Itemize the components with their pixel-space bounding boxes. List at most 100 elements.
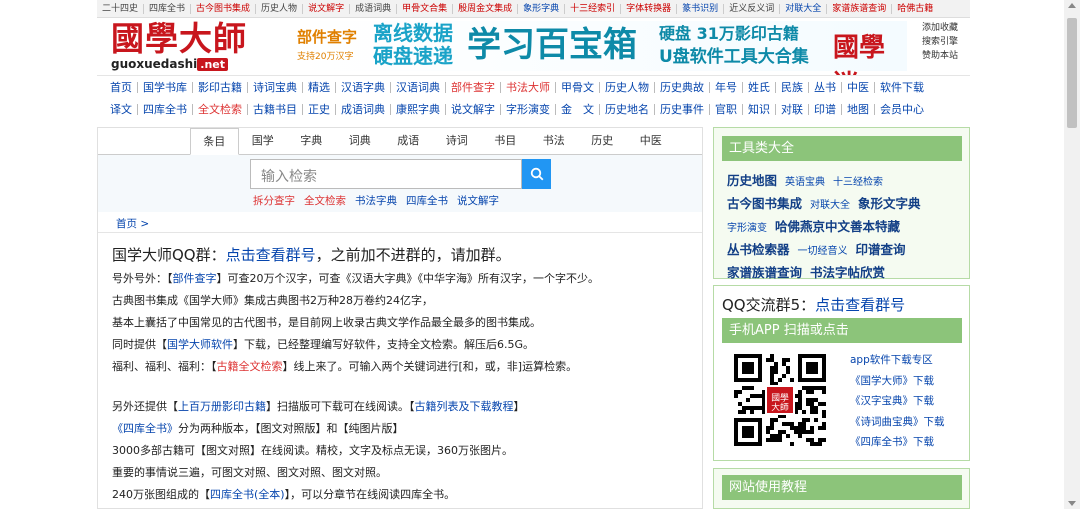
tool-link[interactable]: 印谱查询: [856, 242, 906, 257]
nav-link[interactable]: 译文: [105, 103, 138, 115]
nav-link[interactable]: 诗词宝典: [248, 81, 303, 93]
scrollbar[interactable]: [1064, 0, 1080, 509]
tab-9[interactable]: 中医: [627, 128, 676, 154]
quick-link[interactable]: 说文解字: [457, 195, 499, 207]
top-link[interactable]: 字体转换器: [621, 3, 678, 14]
top-link[interactable]: 哈佛古籍: [892, 4, 938, 14]
top-link[interactable]: 近义反义词: [724, 3, 781, 14]
nav-link[interactable]: 康熙字典: [391, 103, 446, 115]
nav-link[interactable]: 年号: [710, 81, 743, 93]
scanned-books-link[interactable]: 上百万册影印古籍: [178, 400, 266, 413]
quick-link[interactable]: 拆分查字: [253, 195, 295, 207]
search-button[interactable]: [522, 159, 551, 189]
banner-ad[interactable]: 部件查字 支持20万汉字 离线数据 硬盘速递 学习百宝箱 硬盘 31万影印古籍 U…: [295, 21, 907, 100]
top-link[interactable]: 四库全书: [144, 3, 192, 14]
bujian-link[interactable]: 部件查字: [173, 272, 217, 285]
nav-link[interactable]: 金 文: [556, 103, 600, 115]
quick-link[interactable]: 全文检索: [304, 195, 346, 207]
quick-link[interactable]: 四库全书: [406, 195, 448, 207]
siku-link[interactable]: 《四库全书》: [112, 422, 178, 435]
tab-3[interactable]: 词典: [336, 128, 385, 154]
nav-link[interactable]: 中医: [842, 81, 875, 93]
tool-link[interactable]: 历史地图: [727, 173, 777, 188]
nav-link[interactable]: 对联: [776, 103, 809, 115]
nav-link[interactable]: 说文解字: [446, 103, 501, 115]
search-input[interactable]: 输入检索: [250, 159, 522, 189]
nav-link[interactable]: 历史地名: [600, 103, 655, 115]
nav-link[interactable]: 会员中心: [875, 104, 929, 115]
qq-group-link-side[interactable]: 点击查看群号: [815, 296, 905, 314]
tool-link[interactable]: 对联大全: [810, 200, 850, 211]
nav-link[interactable]: 影印古籍: [193, 81, 248, 93]
fulltext-search-link[interactable]: 古籍全文检索: [217, 360, 283, 373]
tool-link[interactable]: 十三经检索: [833, 177, 883, 188]
tab-5[interactable]: 诗词: [433, 128, 482, 154]
top-link[interactable]: 家谱族谱查询: [827, 3, 893, 14]
tool-link[interactable]: 家谱族谱查询: [727, 265, 802, 280]
nav-link[interactable]: 古籍书目: [248, 103, 303, 115]
top-link[interactable]: 甲骨文合集: [397, 3, 454, 14]
nav-link[interactable]: 历史事件: [655, 103, 710, 115]
tool-link[interactable]: 字形演变: [727, 223, 767, 234]
tool-link[interactable]: 英语宝典: [785, 177, 825, 188]
nav-link[interactable]: 部件查字: [446, 81, 501, 93]
tab-6[interactable]: 书目: [481, 128, 530, 154]
scroll-up-icon[interactable]: [1068, 3, 1076, 8]
tab-1[interactable]: 国学: [239, 128, 288, 154]
nav-link[interactable]: 历史典故: [655, 81, 710, 93]
top-link[interactable]: 二十四史: [97, 3, 145, 14]
top-link[interactable]: 说文解字: [303, 3, 351, 14]
breadcrumb[interactable]: 首页 >: [116, 216, 149, 231]
app-link[interactable]: 《汉字宝典》下载: [850, 391, 945, 412]
book-list-link[interactable]: 古籍列表及下载教程: [415, 400, 514, 413]
nav-link[interactable]: 正史: [303, 103, 336, 115]
nav-link[interactable]: 丛书: [809, 81, 842, 93]
app-link[interactable]: app软件下载专区: [850, 350, 945, 371]
siku-full-link[interactable]: 四库全书(全本): [210, 488, 285, 501]
software-link[interactable]: 国学大师软件: [167, 338, 233, 351]
tab-8[interactable]: 历史: [578, 128, 627, 154]
top-link[interactable]: 历史人物: [256, 3, 304, 14]
tool-link[interactable]: 书法字帖欣赏: [810, 265, 885, 280]
qr-code-icon[interactable]: 國學大師: [734, 354, 826, 446]
nav-link[interactable]: 姓氏: [743, 81, 776, 93]
nav-link[interactable]: 官职: [710, 103, 743, 115]
nav-link[interactable]: 汉语字典: [336, 81, 391, 93]
nav-link[interactable]: 地图: [842, 103, 875, 115]
add-favorite-link[interactable]: 添加收藏: [912, 21, 968, 35]
tool-link[interactable]: 哈佛燕京中文善本特藏: [775, 219, 900, 234]
nav-link[interactable]: 书法大师: [501, 81, 556, 93]
nav-link[interactable]: 印谱: [809, 103, 842, 115]
nav-link[interactable]: 民族: [776, 81, 809, 93]
nav-link[interactable]: 精选: [303, 81, 336, 93]
nav-link[interactable]: 知识: [743, 103, 776, 115]
tab-4[interactable]: 成语: [384, 128, 433, 154]
search-engine-link[interactable]: 搜索引擎: [912, 35, 968, 49]
top-link[interactable]: 殷周金文集成: [453, 3, 519, 14]
tool-link[interactable]: 丛书检索器: [727, 242, 790, 257]
nav-link[interactable]: 首页: [105, 81, 138, 93]
top-link[interactable]: 十三经索引: [565, 3, 622, 14]
nav-link[interactable]: 甲骨文: [556, 81, 600, 93]
tab-7[interactable]: 书法: [530, 128, 579, 154]
tool-link[interactable]: 一切经音义: [798, 246, 848, 257]
scroll-down-icon[interactable]: [1068, 501, 1076, 506]
nav-link[interactable]: 全文检索: [193, 103, 248, 115]
app-link[interactable]: 《诗词曲宝典》下载: [850, 412, 945, 433]
nav-link[interactable]: 历史人物: [600, 81, 655, 93]
nav-link[interactable]: 字形演变: [501, 103, 556, 115]
nav-link[interactable]: 汉语词典: [391, 81, 446, 93]
tool-link[interactable]: 古今图书集成: [727, 196, 802, 211]
scroll-thumb[interactable]: [1067, 18, 1077, 128]
tab-0[interactable]: 条目: [190, 128, 239, 155]
top-link[interactable]: 成语词典: [350, 3, 398, 14]
quick-link[interactable]: 书法字典: [355, 195, 397, 207]
qq-group-link[interactable]: 点击查看群号: [226, 246, 316, 264]
nav-link[interactable]: 四库全书: [138, 103, 193, 115]
nav-link[interactable]: 国学书库: [138, 81, 193, 93]
nav-link[interactable]: 成语词典: [336, 103, 391, 115]
tool-link[interactable]: 象形文字典: [858, 196, 921, 211]
app-link[interactable]: 《四库全书》下载: [850, 432, 945, 453]
top-link[interactable]: 象形字典: [518, 3, 566, 14]
top-link[interactable]: 古今图书集成: [191, 3, 257, 14]
